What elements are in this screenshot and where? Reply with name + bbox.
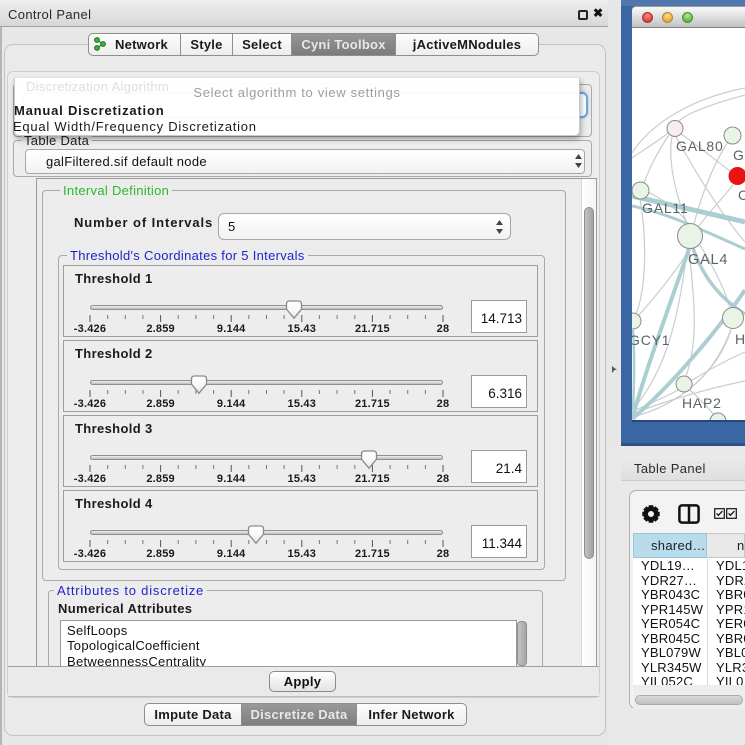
svg-text:GA: GA [733,147,745,163]
svg-text:GCY1: GCY1 [632,332,670,348]
svg-text:GAL80: GAL80 [676,138,724,154]
svg-text:C: C [738,187,745,203]
svg-text:HAP2: HAP2 [682,395,722,411]
svg-text:GAL11: GAL11 [642,200,689,216]
svg-text:GAL4: GAL4 [688,252,728,268]
svg-text:H: H [735,331,745,347]
